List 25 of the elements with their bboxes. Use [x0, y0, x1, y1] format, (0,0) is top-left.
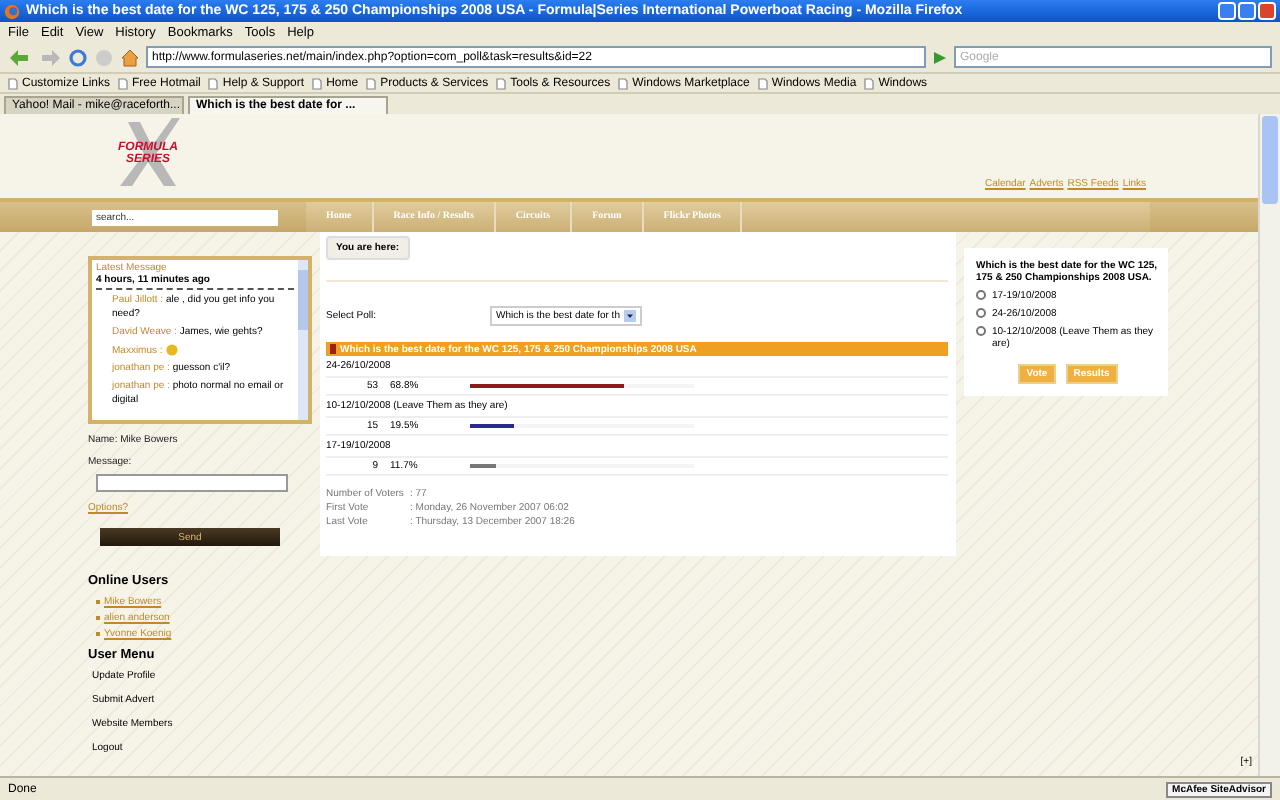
back-icon[interactable]: [8, 47, 32, 67]
page-icon: [8, 77, 18, 89]
dropdown-arrow-icon[interactable]: [623, 310, 636, 322]
page-icon: [208, 77, 219, 89]
page-icon: [864, 77, 875, 89]
page-icon: [118, 77, 129, 89]
page-icon: [312, 77, 323, 89]
close-button[interactable]: [1258, 2, 1276, 20]
scrollbar[interactable]: [1258, 114, 1280, 776]
maximize-button[interactable]: [1238, 2, 1256, 20]
page-icon: [366, 77, 377, 89]
marker-icon: [330, 344, 336, 354]
minimize-button[interactable]: [1218, 2, 1236, 20]
page-icon: [757, 77, 768, 89]
message-field[interactable]: [96, 474, 288, 492]
radio-button[interactable]: [976, 308, 986, 318]
page-icon: [496, 77, 507, 89]
page-icon: [618, 77, 629, 89]
firefox-icon: [4, 3, 20, 19]
reload-icon[interactable]: [68, 47, 88, 67]
go-icon[interactable]: [932, 49, 948, 65]
radio-button[interactable]: [976, 290, 986, 300]
scrollbar[interactable]: [298, 260, 308, 420]
radio-button[interactable]: [976, 326, 986, 336]
home-icon[interactable]: [120, 47, 140, 67]
